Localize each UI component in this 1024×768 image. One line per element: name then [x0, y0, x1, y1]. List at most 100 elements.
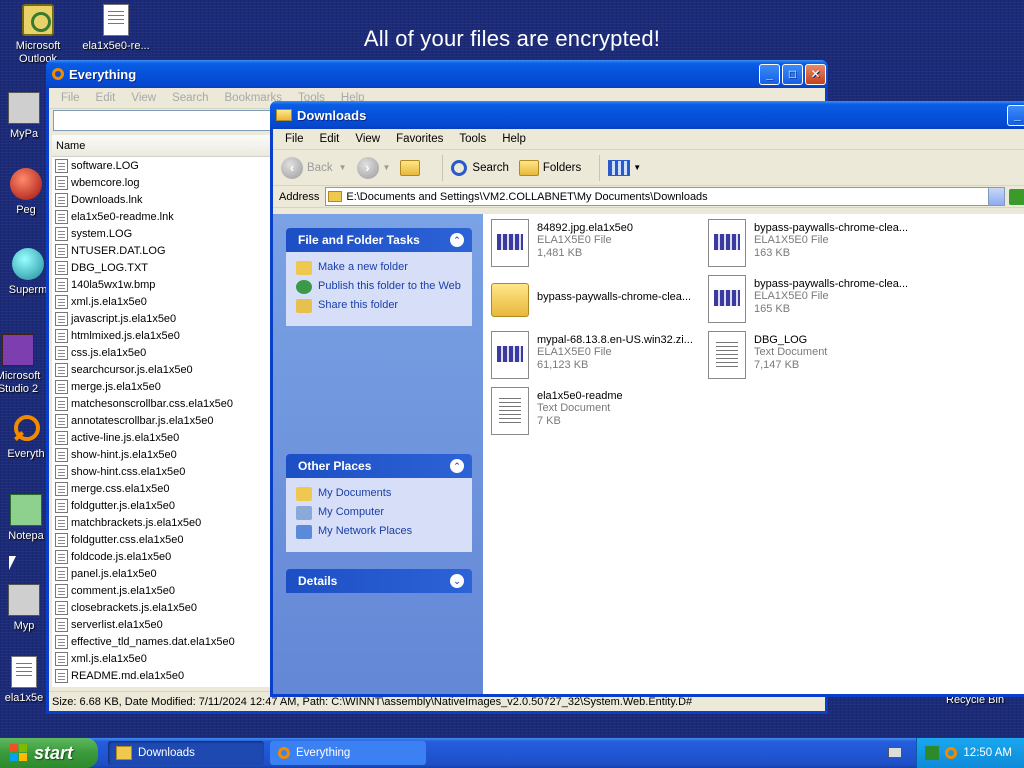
- list-item[interactable]: NTUSER.DAT.LOG: [52, 242, 274, 259]
- file-icon: [55, 566, 68, 581]
- search-icon[interactable]: [945, 747, 958, 759]
- list-item[interactable]: matchesonscrollbar.css.ela1x5e0: [52, 395, 274, 412]
- address-input[interactable]: E:\Documents and Settings\VM2.COLLABNET\…: [325, 187, 1006, 206]
- share-folder-link[interactable]: Share this folder: [296, 299, 462, 313]
- close-button[interactable]: ✕: [805, 63, 826, 85]
- downloads-titlebar[interactable]: Downloads _: [270, 101, 1024, 129]
- file-name: merge.js.ela1x5e0: [71, 380, 161, 393]
- list-item[interactable]: wbemcore.log: [52, 174, 274, 191]
- results-list[interactable]: Name software.LOG wbemcore.log Downloads.l…: [52, 135, 274, 687]
- file-type: ELA1X5E0 File: [754, 234, 829, 246]
- list-item[interactable]: show-hint.css.ela1x5e0: [52, 463, 274, 480]
- list-item[interactable]: show-hint.js.ela1x5e0: [52, 446, 274, 463]
- list-item[interactable]: software.LOG: [52, 157, 274, 174]
- list-item[interactable]: javascript.js.ela1x5e0: [52, 310, 274, 327]
- list-item[interactable]: closebrackets.js.ela1x5e0: [52, 599, 274, 616]
- file-item[interactable]: bypass-paywalls-chrome-clea...: [491, 275, 709, 329]
- taskbar-button-downloads[interactable]: Downloads: [108, 741, 264, 765]
- file-text: bypass-paywalls-chrome-clea...: [537, 275, 691, 329]
- expand-icon[interactable]: ⌄: [450, 574, 464, 588]
- my-network-places-link[interactable]: My Network Places: [296, 525, 462, 539]
- details-header[interactable]: Details ⌄: [286, 569, 472, 593]
- menu-file[interactable]: File: [277, 133, 312, 145]
- list-item[interactable]: ela1x5e0-readme.lnk: [52, 208, 274, 225]
- file-item[interactable]: mypal-68.13.8.en-US.win32.zi... ELA1X5E0 …: [491, 331, 709, 385]
- minimize-button[interactable]: _: [1007, 104, 1024, 126]
- make-new-folder-link[interactable]: Make a new folder: [296, 261, 462, 275]
- text-document-icon: [491, 387, 529, 435]
- file-item[interactable]: ela1x5e0-readme Text Document 7 KB: [491, 387, 709, 441]
- list-item[interactable]: xml.js.ela1x5e0: [52, 293, 274, 310]
- list-item[interactable]: annotatescrollbar.js.ela1x5e0: [52, 412, 274, 429]
- menu-favorites[interactable]: Favorites: [388, 133, 451, 145]
- column-header-name[interactable]: Name: [52, 135, 274, 157]
- desktop-icon-readme[interactable]: ela1x5e0-re...: [78, 4, 154, 53]
- maximize-button[interactable]: □: [782, 63, 803, 85]
- everything-titlebar[interactable]: Everything _ □ ✕: [46, 60, 828, 88]
- list-item[interactable]: comment.js.ela1x5e0: [52, 582, 274, 599]
- menu-edit[interactable]: Edit: [88, 92, 124, 104]
- list-item[interactable]: system.LOG: [52, 225, 274, 242]
- file-item[interactable]: bypass-paywalls-chrome-clea... ELA1X5E0 F…: [708, 219, 926, 273]
- menu-tools[interactable]: Tools: [451, 133, 494, 145]
- file-item[interactable]: 84892.jpg.ela1x5e0 ELA1X5E0 File 1,481 KB: [491, 219, 709, 273]
- my-computer-link[interactable]: My Computer: [296, 506, 462, 520]
- file-icon: [55, 175, 68, 190]
- list-item[interactable]: xml.js.ela1x5e0: [52, 650, 274, 667]
- publish-folder-link[interactable]: Publish this folder to the Web: [296, 280, 462, 294]
- clock[interactable]: 12:50 AM: [963, 747, 1012, 759]
- downloads-window[interactable]: Downloads _ File Edit View Favorites Too…: [270, 101, 1024, 697]
- search-icon: [52, 68, 64, 80]
- views-button[interactable]: ▼: [608, 159, 641, 176]
- list-item[interactable]: Downloads.lnk: [52, 191, 274, 208]
- file-name: wbemcore.log: [71, 176, 140, 189]
- desktop-icon-visual-studio[interactable]: Microsoft Studio 2: [0, 334, 50, 396]
- menu-edit[interactable]: Edit: [312, 133, 348, 145]
- forward-button[interactable]: › ▼: [356, 156, 390, 179]
- collapse-icon[interactable]: ⌃: [450, 459, 464, 473]
- file-view[interactable]: 84892.jpg.ela1x5e0 ELA1X5E0 File 1,481 KB b…: [483, 214, 1024, 694]
- list-item[interactable]: README.md.ela1x5e0: [52, 667, 274, 684]
- link-label: Publish this folder to the Web: [318, 280, 461, 292]
- menu-help[interactable]: Help: [494, 133, 534, 145]
- start-button[interactable]: start: [0, 738, 98, 768]
- list-item[interactable]: searchcursor.js.ela1x5e0: [52, 361, 274, 378]
- file-text: ela1x5e0-readme Text Document 7 KB: [537, 387, 623, 441]
- my-documents-link[interactable]: My Documents: [296, 487, 462, 501]
- list-item[interactable]: merge.js.ela1x5e0: [52, 378, 274, 395]
- list-item[interactable]: merge.css.ela1x5e0: [52, 480, 274, 497]
- collapse-icon[interactable]: ⌃: [450, 233, 464, 247]
- up-folder-button[interactable]: [400, 159, 424, 176]
- menu-search[interactable]: Search: [164, 92, 216, 104]
- list-item[interactable]: DBG_LOG.TXT: [52, 259, 274, 276]
- menu-view[interactable]: View: [123, 92, 164, 104]
- other-places-header[interactable]: Other Places ⌃: [286, 454, 472, 478]
- go-button[interactable]: [1009, 188, 1024, 205]
- network-icon[interactable]: [925, 746, 940, 760]
- list-item[interactable]: serverlist.ela1x5e0: [52, 616, 274, 633]
- list-item[interactable]: foldgutter.css.ela1x5e0: [52, 531, 274, 548]
- list-item[interactable]: panel.js.ela1x5e0: [52, 565, 274, 582]
- keyboard-icon[interactable]: [888, 747, 902, 758]
- address-dropdown-button[interactable]: [988, 188, 1005, 205]
- file-item[interactable]: DBG_LOG Text Document 7,147 KB: [708, 331, 926, 385]
- back-button[interactable]: ‹ Back ▼: [281, 156, 347, 179]
- file-item[interactable]: bypass-paywalls-chrome-clea... ELA1X5E0 F…: [708, 275, 926, 329]
- list-item[interactable]: 140la5wx1w.bmp: [52, 276, 274, 293]
- search-button[interactable]: Search: [451, 159, 509, 176]
- menu-file[interactable]: File: [53, 92, 88, 104]
- list-item[interactable]: css.js.ela1x5e0: [52, 344, 274, 361]
- file-folder-tasks-header[interactable]: File and Folder Tasks ⌃: [286, 228, 472, 252]
- folders-button[interactable]: Folders: [518, 159, 581, 176]
- list-item[interactable]: foldgutter.js.ela1x5e0: [52, 497, 274, 514]
- menu-view[interactable]: View: [347, 133, 388, 145]
- list-item[interactable]: matchbrackets.js.ela1x5e0: [52, 514, 274, 531]
- desktop-icon-outlook[interactable]: Microsoft Outlook: [0, 4, 76, 66]
- file-icon: [55, 464, 68, 479]
- list-item[interactable]: effective_tld_names.dat.ela1x5e0: [52, 633, 274, 650]
- list-item[interactable]: active-line.js.ela1x5e0: [52, 429, 274, 446]
- taskbar-button-everything[interactable]: Everything: [270, 741, 426, 765]
- list-item[interactable]: htmlmixed.js.ela1x5e0: [52, 327, 274, 344]
- minimize-button[interactable]: _: [759, 63, 780, 85]
- list-item[interactable]: foldcode.js.ela1x5e0: [52, 548, 274, 565]
